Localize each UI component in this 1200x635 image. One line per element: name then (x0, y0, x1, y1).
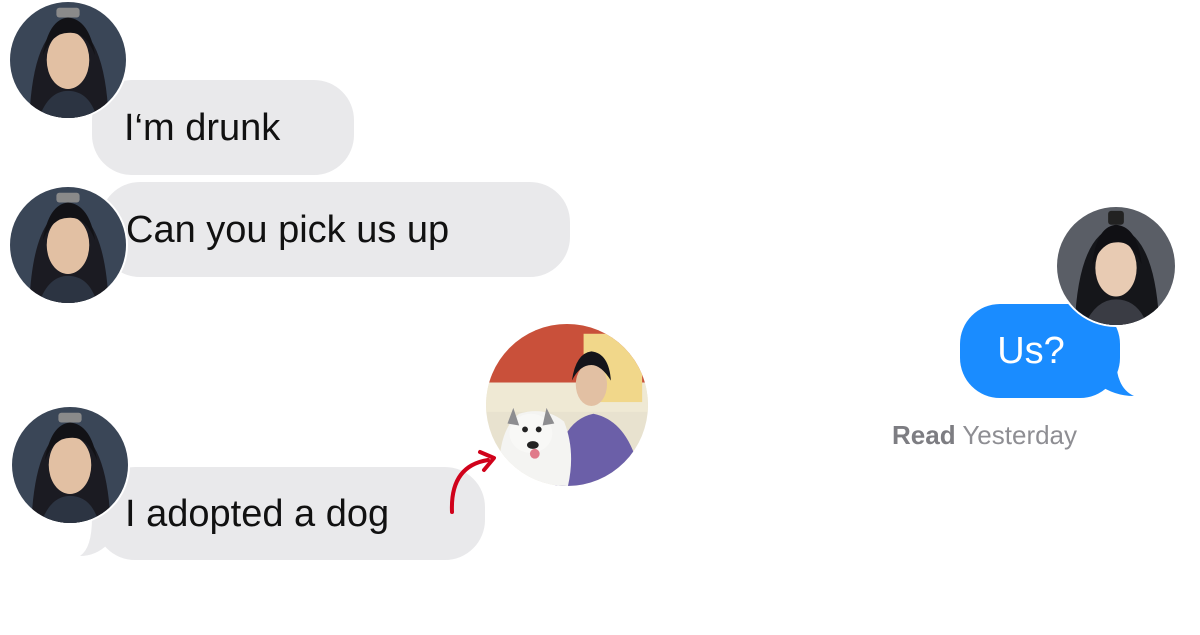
message-text: Can you pick us up (126, 208, 450, 251)
portrait-icon (10, 187, 126, 303)
message-bubble-incoming[interactable]: Can you pick us up (100, 182, 570, 277)
message-bubble-incoming[interactable]: I adopted a dog (95, 467, 485, 560)
receipt-status: Read (892, 420, 956, 450)
portrait-icon (12, 407, 128, 523)
sender-avatar[interactable] (8, 0, 128, 120)
sender-avatar[interactable] (10, 405, 130, 525)
receipt-time: Yesterday (962, 420, 1078, 450)
message-text: I‘m drunk (124, 106, 281, 149)
portrait-icon (1057, 207, 1175, 325)
read-receipt: Read Yesterday (892, 420, 1077, 451)
receiver-avatar[interactable] (1055, 205, 1177, 327)
message-text: Us? (997, 330, 1065, 372)
portrait-icon (10, 2, 126, 118)
message-text: I adopted a dog (125, 492, 390, 535)
sender-avatar[interactable] (8, 185, 128, 305)
message-bubble-incoming[interactable]: I‘m drunk (92, 80, 354, 175)
curved-arrow-icon (449, 450, 496, 514)
